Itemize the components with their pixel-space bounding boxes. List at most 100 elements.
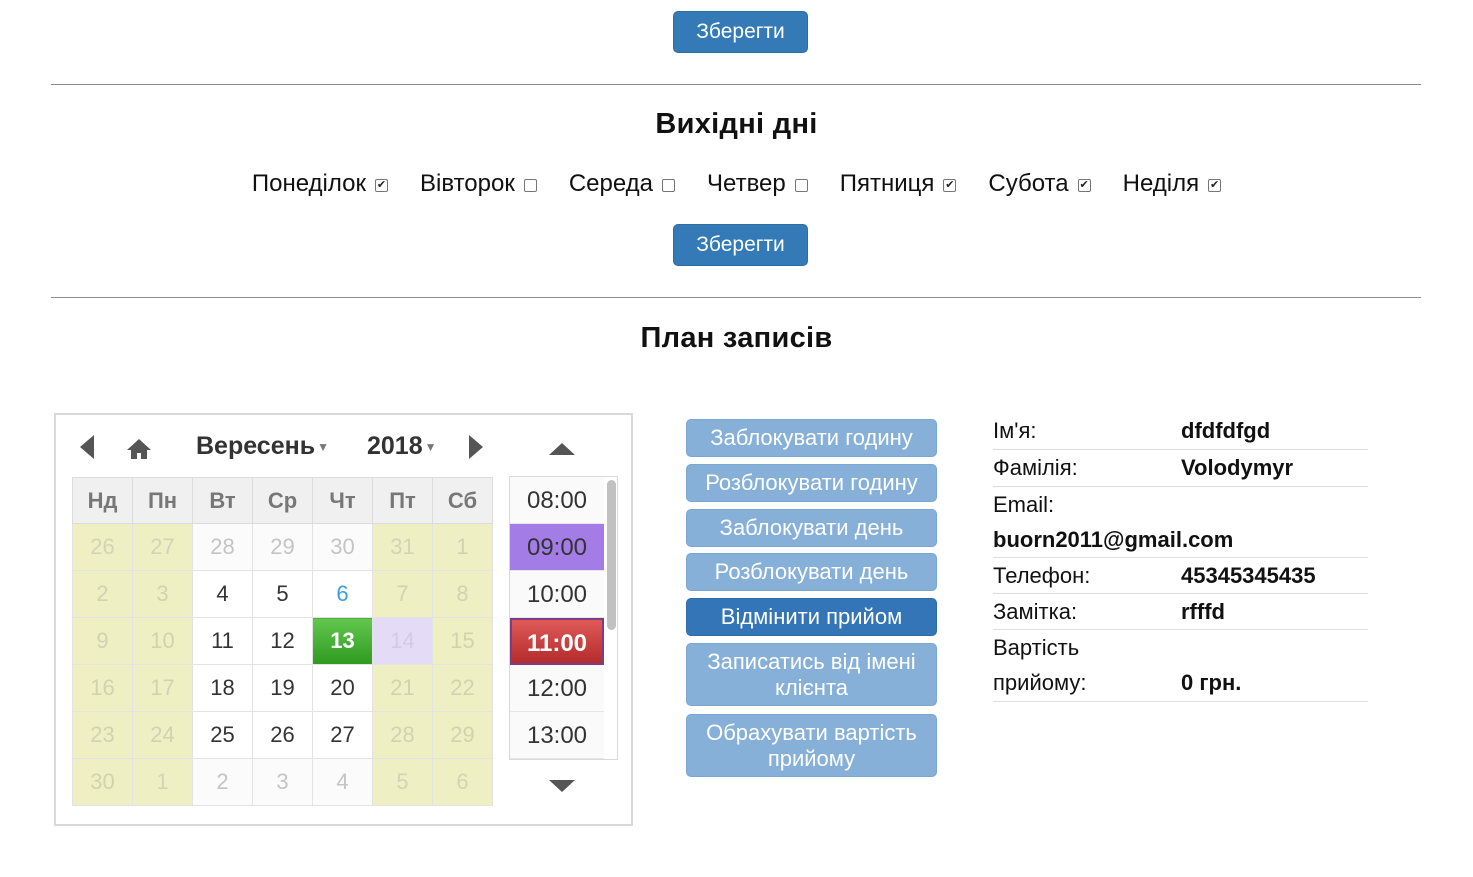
checkbox-monday[interactable]: ✔ — [375, 178, 388, 192]
calendar-day-selected[interactable]: 13 — [312, 617, 373, 665]
calendar-day[interactable]: 28 — [372, 711, 433, 759]
calendar-day[interactable]: 18 — [192, 664, 253, 712]
prev-month-icon[interactable] — [80, 435, 94, 459]
calendar-day-today[interactable]: 6 — [312, 570, 373, 618]
cancel-appointment-button[interactable]: Відмінити прийом — [686, 598, 937, 636]
calendar-day[interactable]: 31 — [372, 523, 433, 571]
calendar-day[interactable]: 23 — [72, 711, 133, 759]
day-tuesday[interactable]: Вівторок — [420, 170, 537, 198]
calendar-day[interactable]: 2 — [72, 570, 133, 618]
calendar-day[interactable]: 24 — [132, 711, 193, 759]
checkbox-wednesday[interactable] — [662, 178, 676, 192]
calendar-day[interactable]: 30 — [312, 523, 373, 571]
block-hour-button[interactable]: Заблокувати годину — [686, 419, 937, 457]
time-slot-selected[interactable]: 11:00 — [510, 618, 604, 665]
time-slot[interactable]: 12:00 — [510, 665, 604, 712]
day-monday[interactable]: Понеділок ✔ — [252, 170, 388, 198]
calendar-day[interactable]: 7 — [372, 570, 433, 618]
cost-label: прийому: — [993, 670, 1087, 695]
home-icon[interactable] — [125, 437, 153, 461]
calendar-day[interactable]: 8 — [432, 570, 493, 618]
day-saturday[interactable]: Субота ✔ — [988, 170, 1091, 198]
calendar-day[interactable]: 5 — [372, 758, 433, 806]
divider — [51, 84, 1421, 85]
day-label: Субота — [988, 170, 1069, 197]
info-note-row: Замітка: rfffd — [993, 594, 1368, 630]
calendar-day[interactable]: 20 — [312, 664, 373, 712]
save-weekends-button[interactable]: Зберегти — [673, 224, 808, 266]
phone-label: Телефон: — [993, 563, 1091, 588]
calendar-day[interactable]: 10 — [132, 617, 193, 665]
day-friday[interactable]: Пятниця ✔ — [840, 170, 957, 198]
time-list[interactable]: 08:00 09:00 10:00 11:00 12:00 13:00 — [509, 476, 618, 760]
calendar-day[interactable]: 14 — [372, 617, 433, 665]
calendar-day[interactable]: 11 — [192, 617, 253, 665]
calendar-day[interactable]: 4 — [312, 758, 373, 806]
day-label: Середа — [568, 170, 654, 197]
calendar-day[interactable]: 19 — [252, 664, 313, 712]
calendar-day[interactable]: 1 — [132, 758, 193, 806]
calendar-day[interactable]: 29 — [432, 711, 493, 759]
year-select[interactable]: 2018 ▼ — [367, 432, 437, 461]
calendar-day[interactable]: 12 — [252, 617, 313, 665]
checkbox-saturday[interactable]: ✔ — [1077, 178, 1091, 192]
calendar-day[interactable]: 1 — [432, 523, 493, 571]
cost-label: Вартість — [993, 635, 1080, 660]
calendar-day[interactable]: 3 — [132, 570, 193, 618]
note-label: Замітка: — [993, 599, 1078, 624]
calendar-day[interactable]: 5 — [252, 570, 313, 618]
info-phone-row: Телефон: 45345345435 — [993, 558, 1368, 594]
name-label: Ім'я: — [993, 418, 1037, 443]
checkbox-tuesday[interactable] — [523, 178, 537, 192]
calendar-widget: Вересень ▼ 2018 ▼ Нд Пн Вт Ср Чт Пт Сб 26 … — [54, 413, 633, 826]
checkbox-sunday[interactable]: ✔ — [1208, 178, 1222, 192]
phone-value: 45345345435 — [1181, 563, 1316, 588]
surname-label: Фамілія: — [993, 455, 1078, 480]
calendar-day[interactable]: 25 — [192, 711, 253, 759]
unblock-hour-button[interactable]: Розблокувати годину — [686, 464, 937, 502]
plan-title: План записів — [640, 322, 833, 354]
calendar-day[interactable]: 26 — [252, 711, 313, 759]
unblock-day-button[interactable]: Розблокувати день — [686, 553, 937, 591]
weekday-header: Чт — [312, 477, 373, 524]
day-label: Пятниця — [839, 170, 935, 197]
save-button-top[interactable]: Зберегти — [673, 11, 808, 53]
day-label: Понеділок — [251, 170, 366, 197]
calendar-day[interactable]: 27 — [132, 523, 193, 571]
calendar-day[interactable]: 22 — [432, 664, 493, 712]
month-select[interactable]: Вересень ▼ — [196, 432, 329, 461]
calendar-day[interactable]: 27 — [312, 711, 373, 759]
day-wednesday[interactable]: Середа — [568, 170, 676, 198]
time-up-icon[interactable] — [549, 443, 575, 455]
calendar-day[interactable]: 26 — [72, 523, 133, 571]
calendar-day[interactable]: 17 — [132, 664, 193, 712]
weekday-header: Сб — [432, 477, 493, 524]
calendar-day[interactable]: 9 — [72, 617, 133, 665]
day-sunday[interactable]: Неділя ✔ — [1123, 170, 1222, 198]
calendar-day[interactable]: 2 — [192, 758, 253, 806]
checkbox-friday[interactable]: ✔ — [943, 178, 957, 192]
checkbox-thursday[interactable] — [794, 178, 808, 192]
calendar-day[interactable]: 6 — [432, 758, 493, 806]
weekday-header: Пн — [132, 477, 193, 524]
calculate-cost-button[interactable]: Обрахувати вартість прийому — [686, 714, 937, 777]
next-month-icon[interactable] — [469, 435, 483, 459]
calendar-day[interactable]: 29 — [252, 523, 313, 571]
calendar-day[interactable]: 16 — [72, 664, 133, 712]
time-slot[interactable]: 10:00 — [510, 571, 604, 618]
calendar-day[interactable]: 4 — [192, 570, 253, 618]
time-slot[interactable]: 09:00 — [510, 524, 604, 571]
scrollbar[interactable] — [607, 480, 616, 630]
day-thursday[interactable]: Четвер — [707, 170, 808, 198]
block-day-button[interactable]: Заблокувати день — [686, 509, 937, 547]
time-down-icon[interactable] — [549, 780, 575, 792]
time-slot[interactable]: 13:00 — [510, 712, 604, 759]
calendar-day[interactable]: 3 — [252, 758, 313, 806]
calendar-day[interactable]: 21 — [372, 664, 433, 712]
book-for-client-button[interactable]: Записатись від імені клієнта — [686, 643, 937, 706]
calendar-day[interactable]: 15 — [432, 617, 493, 665]
day-label: Неділя — [1122, 170, 1200, 197]
calendar-day[interactable]: 28 — [192, 523, 253, 571]
calendar-day[interactable]: 30 — [72, 758, 133, 806]
time-slot[interactable]: 08:00 — [510, 477, 604, 524]
